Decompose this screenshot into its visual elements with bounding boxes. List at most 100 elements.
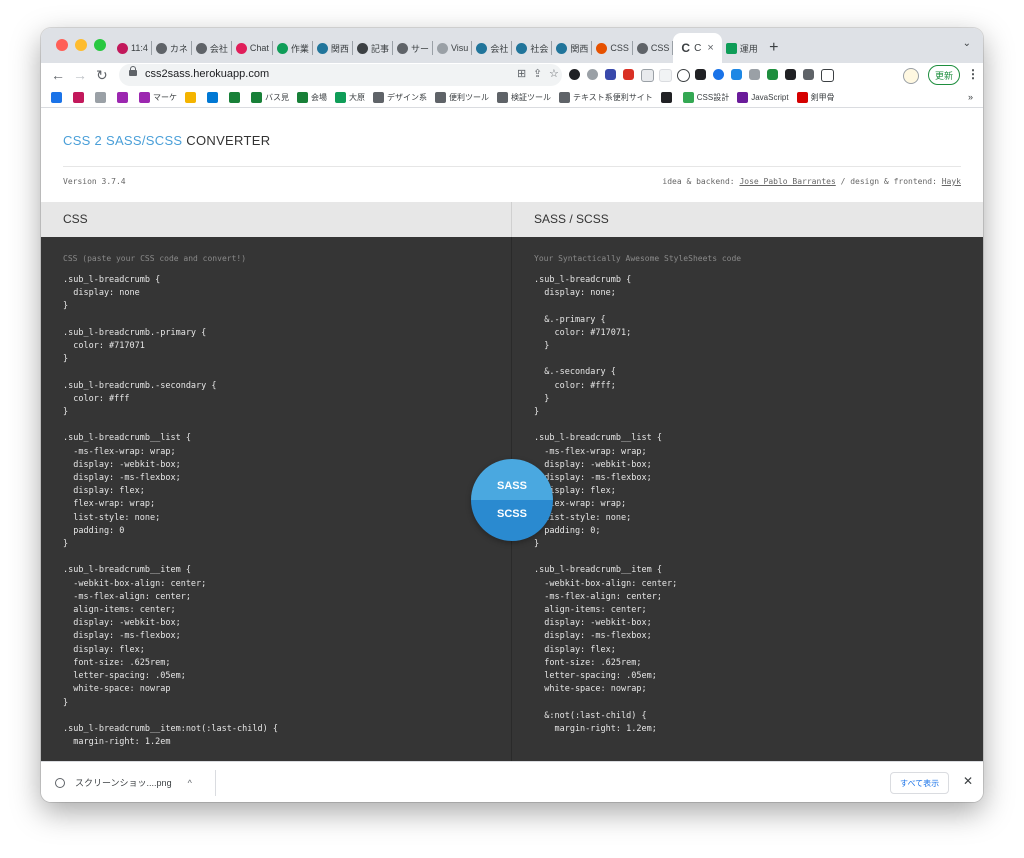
- tab[interactable]: CSS: [633, 33, 674, 63]
- extension-icon[interactable]: [659, 69, 672, 82]
- bookmark-item[interactable]: マーケ: [139, 92, 177, 103]
- back-arrow-icon[interactable]: ←: [51, 67, 65, 83]
- bookmark-favicon-icon: [139, 92, 150, 103]
- bookmark-item[interactable]: [229, 92, 243, 103]
- bookmark-item[interactable]: 剣甲骨: [796, 92, 835, 103]
- extension-icon[interactable]: [731, 69, 742, 80]
- extension-icon[interactable]: [641, 69, 654, 82]
- bookmarks-more-icon[interactable]: »: [968, 92, 973, 102]
- tab-active[interactable]: C C ×: [673, 33, 722, 63]
- bookmark-item[interactable]: [185, 92, 199, 103]
- tab-favicon-icon: [235, 42, 247, 54]
- tab[interactable]: 作業: [273, 33, 313, 63]
- extension-icon[interactable]: [623, 69, 634, 80]
- chevron-up-icon[interactable]: ^: [188, 778, 192, 788]
- tab-label: 関西: [330, 43, 349, 54]
- more-menu-icon[interactable]: ⋮: [967, 67, 979, 81]
- scss-output-editor[interactable]: Your Syntactically Awesome StyleSheets c…: [512, 237, 983, 761]
- bookmark-item[interactable]: CSS設計: [682, 92, 730, 103]
- bookmark-item[interactable]: [51, 92, 65, 103]
- scss-code[interactable]: .sub_l-breadcrumb { display: none; &.-pr…: [534, 274, 983, 736]
- extension-icon[interactable]: [587, 69, 598, 80]
- new-tab-button[interactable]: +: [762, 33, 786, 63]
- bookmark-item[interactable]: バス見: [251, 92, 289, 103]
- bookmark-item[interactable]: 大原: [335, 92, 365, 103]
- tab-label: 作業: [290, 43, 309, 54]
- close-icon[interactable]: ✕: [963, 774, 973, 788]
- bookmark-item[interactable]: JavaScript: [737, 92, 789, 103]
- extension-icon[interactable]: [605, 69, 616, 80]
- close-window-button[interactable]: [56, 39, 68, 51]
- bookmark-label: CSS設計: [696, 93, 730, 102]
- bookmark-item[interactable]: 会場: [297, 92, 327, 103]
- bookmark-item[interactable]: 検証ツール: [497, 92, 551, 103]
- forward-arrow-icon[interactable]: →: [73, 67, 87, 83]
- folder-icon: [497, 92, 508, 103]
- tab[interactable]: サー: [393, 33, 433, 63]
- sass-option[interactable]: SASS: [471, 459, 553, 500]
- tab[interactable]: CSS: [592, 33, 633, 63]
- extension-icon[interactable]: [695, 69, 706, 80]
- download-item[interactable]: スクリーンショッ....png ^: [55, 762, 192, 802]
- css-pane-title: CSS: [41, 202, 511, 237]
- extension-icon[interactable]: [803, 69, 814, 80]
- extension-icon[interactable]: [569, 69, 580, 80]
- show-all-button[interactable]: すべて表示: [890, 772, 950, 794]
- bookmark-item[interactable]: [73, 92, 87, 103]
- extension-icon[interactable]: [785, 69, 796, 80]
- tab[interactable]: 関西: [313, 33, 353, 63]
- bookmark-label: 検証ツール: [511, 93, 551, 102]
- tab[interactable]: 運用: [722, 33, 762, 63]
- update-button[interactable]: 更新: [928, 65, 961, 85]
- tab[interactable]: 社会: [512, 33, 553, 63]
- download-bar: スクリーンショッ....png ^ すべて表示 ✕: [41, 761, 983, 802]
- folder-icon: [373, 92, 384, 103]
- extension-icon[interactable]: [749, 69, 760, 80]
- tab-close-icon[interactable]: ×: [707, 42, 713, 54]
- bookmark-item[interactable]: [117, 92, 131, 103]
- backend-author-link[interactable]: Jose Pablo Barrantes: [739, 177, 835, 186]
- minimize-window-button[interactable]: [75, 39, 87, 51]
- tab-favicon-icon: [117, 42, 128, 54]
- scss-option[interactable]: SCSS: [471, 500, 553, 541]
- folder-icon: [435, 92, 446, 103]
- tab[interactable]: 会社: [472, 33, 513, 63]
- tab-search-icon[interactable]: ⌄: [963, 38, 971, 49]
- download-file-name[interactable]: スクリーンショッ....png: [75, 776, 172, 789]
- extension-icon[interactable]: [677, 69, 690, 82]
- frontend-author-link[interactable]: Hayk: [942, 177, 961, 186]
- bookmark-label: デザイン系: [387, 93, 427, 102]
- css-input-editor[interactable]: CSS (paste your CSS code and convert!) .…: [41, 237, 511, 761]
- bookmark-item[interactable]: デザイン系: [373, 92, 427, 103]
- maximize-window-button[interactable]: [94, 39, 106, 51]
- tab[interactable]: Chat: [232, 33, 273, 63]
- bookmark-item[interactable]: 便利ツール: [435, 92, 489, 103]
- tab[interactable]: 11:4: [113, 33, 152, 63]
- site-title-rest: CONVERTER: [182, 133, 271, 148]
- url-text[interactable]: css2sass.herokuapp.com: [145, 68, 269, 80]
- bookmark-item[interactable]: [660, 92, 675, 103]
- bookmark-favicon-icon: [207, 92, 218, 103]
- tab[interactable]: 会社: [192, 33, 232, 63]
- extension-icon[interactable]: [821, 69, 834, 82]
- reload-icon[interactable]: ↻: [96, 67, 108, 83]
- bookmark-star-icon[interactable]: ☆: [549, 67, 559, 80]
- profile-avatar-icon[interactable]: [903, 68, 919, 84]
- tab[interactable]: Visu: [433, 33, 473, 63]
- translate-icon[interactable]: ⊞: [517, 67, 526, 80]
- bookmark-item[interactable]: テキスト系便利サイト: [559, 92, 653, 103]
- css-code[interactable]: .sub_l-breadcrumb { display: none } .sub…: [63, 274, 511, 749]
- tab[interactable]: 記事: [353, 33, 393, 63]
- tab[interactable]: 関西: [552, 33, 593, 63]
- extension-icon[interactable]: [767, 69, 778, 80]
- bookmark-item[interactable]: [207, 92, 221, 103]
- extension-icon[interactable]: [713, 69, 724, 80]
- bookmark-item[interactable]: [95, 92, 109, 103]
- scss-output-placeholder: Your Syntactically Awesome StyleSheets c…: [534, 254, 742, 263]
- format-toggle[interactable]: SASS SCSS: [471, 459, 553, 541]
- site-title[interactable]: CSS 2 SASS/SCSS CONVERTER: [63, 133, 270, 148]
- bookmark-favicon-icon: [73, 92, 84, 103]
- address-bar[interactable]: css2sass.herokuapp.com ⊞ ⇪ ☆: [119, 64, 562, 86]
- tab[interactable]: カネ: [152, 33, 192, 63]
- share-icon[interactable]: ⇪: [533, 67, 542, 80]
